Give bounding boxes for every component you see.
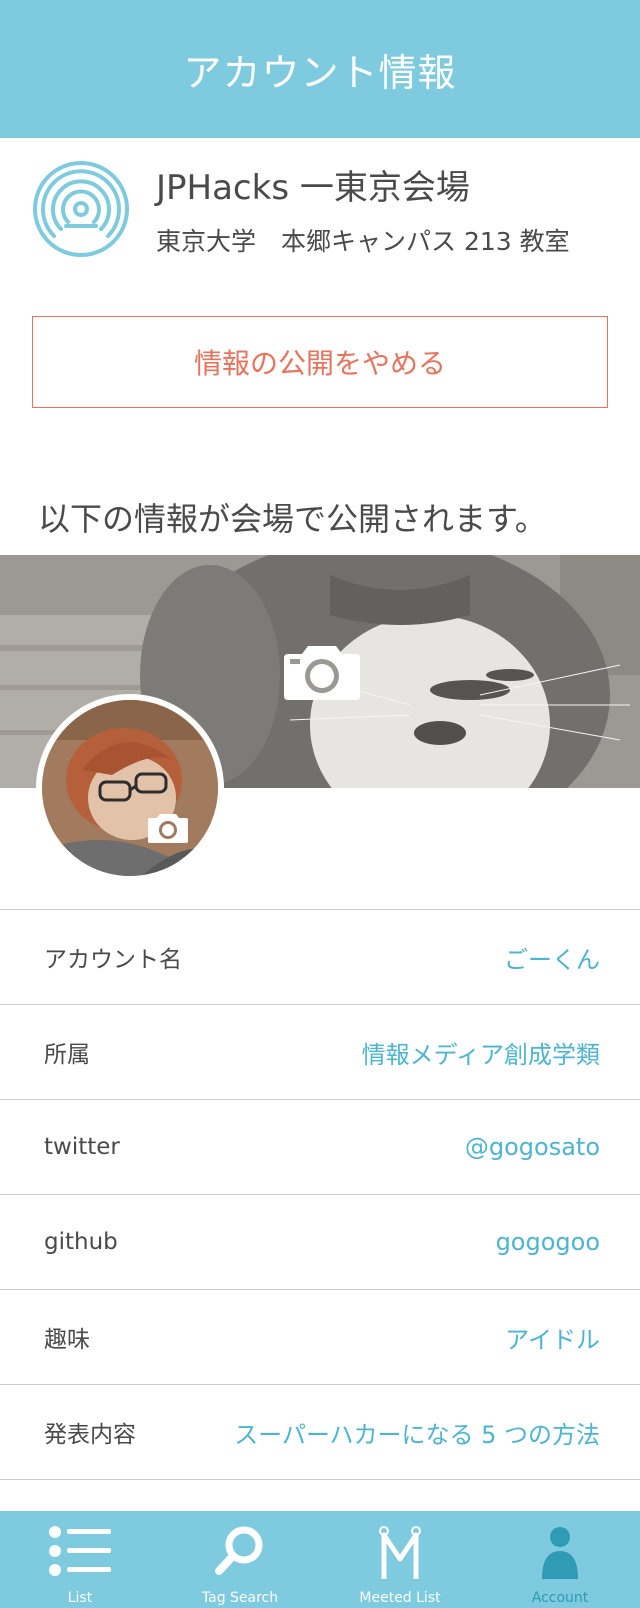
avatar[interactable]	[42, 700, 218, 876]
venue-name: JPHacks 一東京会場	[156, 168, 470, 208]
tab-label: Account	[531, 1590, 589, 1606]
info-row-twitter[interactable]: twitter @gogosato	[0, 1100, 640, 1195]
avatar-frame	[36, 694, 224, 882]
beacon-icon	[33, 161, 129, 257]
venue-location: 東京大学 本郷キャンパス 213 教室	[156, 227, 570, 256]
info-row-github[interactable]: github gogogoo	[0, 1195, 640, 1290]
info-label: twitter	[44, 1134, 120, 1160]
info-row-hobby[interactable]: 趣味 アイドル	[0, 1290, 640, 1385]
camera-icon[interactable]	[148, 812, 188, 843]
tab-label: List	[67, 1590, 93, 1606]
search-icon	[215, 1526, 263, 1575]
info-label: 所属	[44, 1042, 90, 1068]
person-icon	[542, 1527, 578, 1579]
info-value: アイドル	[505, 1325, 600, 1354]
stop-sharing-button[interactable]: 情報の公開をやめる	[32, 316, 608, 408]
tab-label: Meeted List	[359, 1590, 441, 1606]
info-row-presentation[interactable]: 発表内容 スーパーハカーになる 5 つの方法	[0, 1385, 640, 1480]
tab-account[interactable]: Account	[480, 1511, 640, 1608]
tab-bar: List Tag Search Meeted List Account	[0, 1511, 640, 1608]
meeted-icon	[379, 1526, 421, 1579]
info-label: github	[44, 1229, 118, 1255]
tab-list[interactable]: List	[0, 1511, 160, 1608]
app-header: アカウント情報	[0, 0, 640, 138]
tab-label: Tag Search	[201, 1590, 279, 1606]
tab-tag-search[interactable]: Tag Search	[160, 1511, 320, 1608]
venue-info: JPHacks 一東京会場 東京大学 本郷キャンパス 213 教室	[0, 138, 640, 288]
info-label: 発表内容	[44, 1422, 136, 1448]
camera-icon[interactable]	[284, 642, 360, 700]
sharing-notice: 以下の情報が会場で公開されます。	[38, 500, 547, 538]
page-title: アカウント情報	[183, 50, 457, 95]
info-value: 情報メディア創成学類	[361, 1040, 600, 1069]
info-value: ごーくん	[504, 945, 600, 974]
info-label: アカウント名	[44, 947, 182, 973]
info-value: gogogoo	[495, 1228, 600, 1256]
profile-info-list: アカウント名 ごーくん 所属 情報メディア創成学類 twitter @gogos…	[0, 909, 640, 1480]
info-row-affiliation[interactable]: 所属 情報メディア創成学類	[0, 1005, 640, 1100]
info-label: 趣味	[44, 1327, 90, 1353]
list-icon	[49, 1526, 111, 1576]
info-value: スーパーハカーになる 5 つの方法	[234, 1420, 600, 1449]
info-value: @gogosato	[464, 1133, 600, 1161]
tab-meeted-list[interactable]: Meeted List	[320, 1511, 480, 1608]
info-row-account-name[interactable]: アカウント名 ごーくん	[0, 910, 640, 1005]
avatar-image	[42, 700, 218, 876]
